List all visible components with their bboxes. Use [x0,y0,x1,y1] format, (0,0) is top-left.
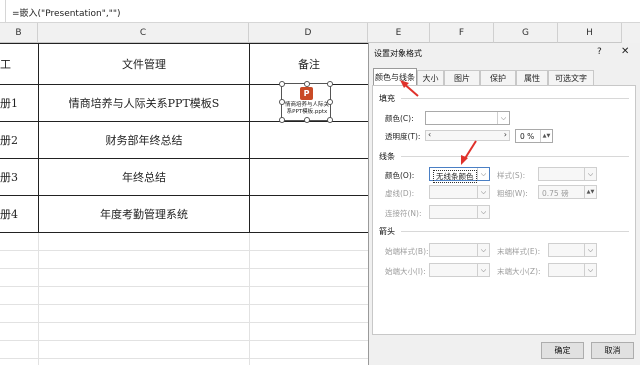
annotation-arrow [461,140,477,165]
annotation-arrow [400,80,419,97]
annotation-arrows [400,80,477,165]
